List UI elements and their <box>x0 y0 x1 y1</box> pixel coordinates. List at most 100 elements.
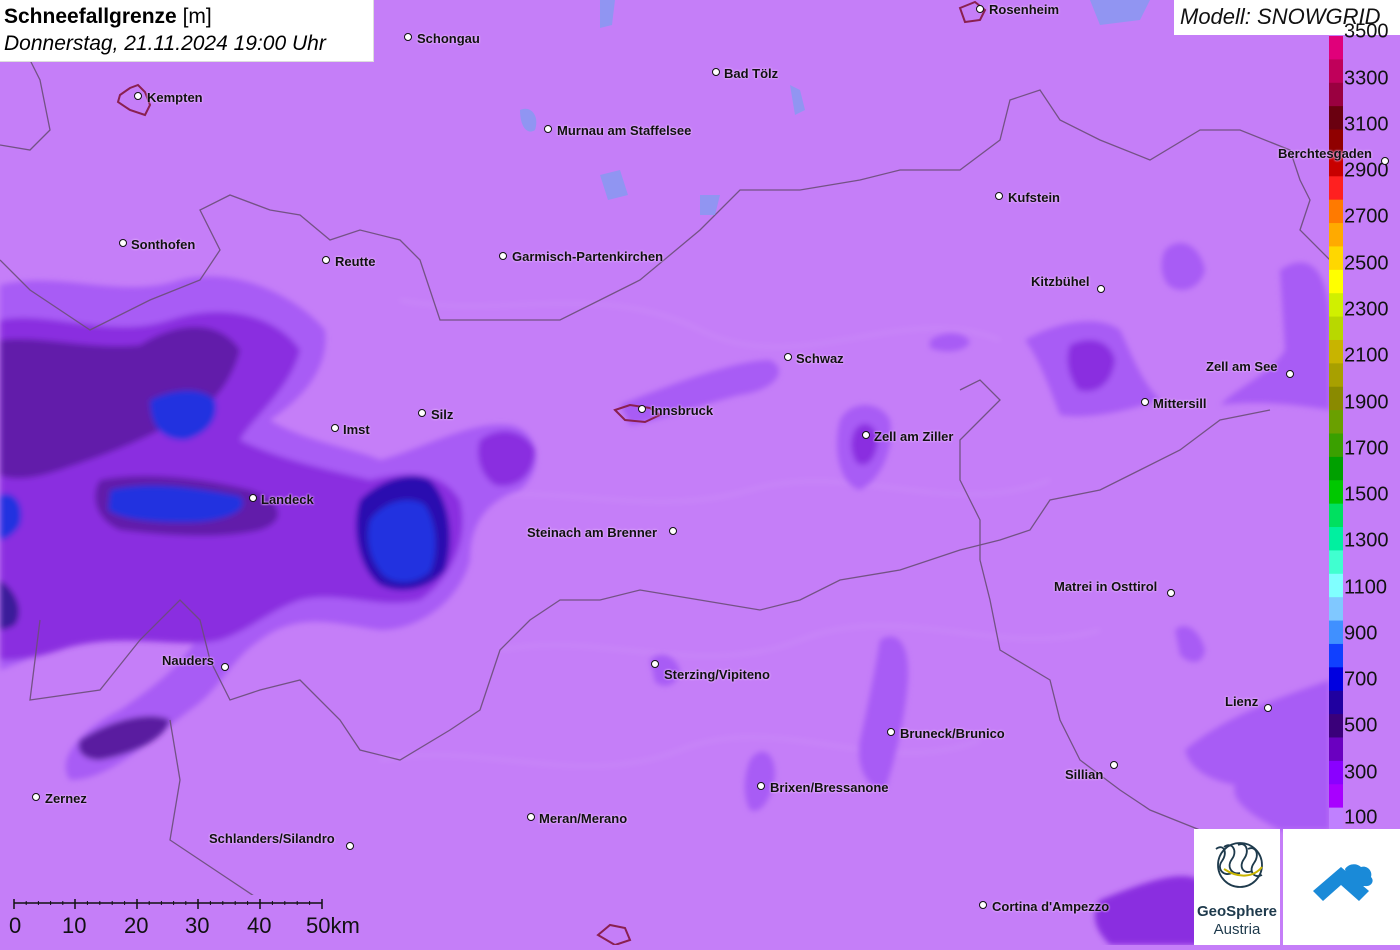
city-label: Mittersill <box>1153 396 1207 411</box>
legend-tick-label: 900 <box>1344 622 1378 645</box>
city-marker <box>1110 761 1118 769</box>
legend-tick-label: 500 <box>1344 714 1378 737</box>
city-marker <box>757 782 765 790</box>
city-label: Berchtesgaden <box>1278 146 1372 161</box>
city-label: Zell am Ziller <box>874 429 954 444</box>
city-label: Zell am See <box>1206 359 1278 374</box>
legend-tick-label: 2700 <box>1344 205 1389 228</box>
map-title: Schneefallgrenze [m] <box>4 5 212 28</box>
legend-color-step <box>1329 246 1343 271</box>
legend-color-step <box>1329 339 1343 364</box>
city-label: Meran/Merano <box>539 811 628 826</box>
legend-tick-label: 2100 <box>1344 344 1389 367</box>
legend-color-step <box>1329 527 1343 551</box>
city-marker <box>1141 398 1149 406</box>
legend-color-step <box>1329 714 1343 738</box>
legend-tick-label: 100 <box>1344 806 1378 829</box>
city-marker <box>134 92 142 100</box>
city-label: Brixen/Bressanone <box>770 780 889 795</box>
city-label: Garmisch-Partenkirchen <box>512 249 664 264</box>
scale-label: 30 <box>185 913 210 938</box>
legend-color-step <box>1329 269 1343 294</box>
city-label: Nauders <box>162 653 215 668</box>
legend-tick-label: 2900 <box>1344 159 1389 182</box>
legend-tick-label: 1500 <box>1344 483 1389 506</box>
legend-tick-label: 1300 <box>1344 529 1389 552</box>
city-label: Rosenheim <box>989 2 1060 17</box>
city-marker <box>119 239 127 247</box>
legend-color-step <box>1329 386 1343 411</box>
geosphere-name: GeoSphere <box>1196 903 1278 920</box>
city-marker <box>249 494 257 502</box>
legend-tick-label: 2500 <box>1344 252 1389 275</box>
map-title-box: Schneefallgrenze [m] Donnerstag, 21.11.2… <box>0 0 374 62</box>
legend-color-step <box>1329 363 1343 388</box>
city-label: Silz <box>431 407 454 422</box>
legend-color-step <box>1329 293 1343 318</box>
city-label: Kitzbühel <box>1031 274 1090 289</box>
snowgrid-logo[interactable] <box>1283 829 1400 945</box>
legend-color-step <box>1329 36 1343 60</box>
city-marker <box>322 256 330 264</box>
legend-color-step <box>1329 760 1343 785</box>
city-label: Zernez <box>45 791 87 806</box>
city-label: Bruneck/Brunico <box>900 726 1005 741</box>
legend-color-step <box>1329 223 1343 247</box>
scale-label: 10 <box>62 913 87 938</box>
legend-color-step <box>1329 550 1343 575</box>
snowfall-map[interactable] <box>0 0 1400 945</box>
geosphere-subname: Austria <box>1213 921 1261 938</box>
legend-color-step <box>1329 690 1343 715</box>
city-marker <box>862 431 870 439</box>
scale-label: 50km <box>306 913 360 938</box>
scale-label: 40 <box>247 913 272 938</box>
legend-tick-label: 3500 <box>1344 20 1389 43</box>
legend-color-step <box>1329 573 1343 598</box>
city-marker <box>1097 285 1105 293</box>
scale-label: 20 <box>124 913 149 938</box>
legend-color-step <box>1329 106 1343 131</box>
snowgrid-cloud-icon <box>1313 864 1373 901</box>
legend-color-step <box>1329 807 1343 831</box>
legend-tick-label: 3100 <box>1344 113 1389 136</box>
city-label: Sterzing/Vipiteno <box>664 667 770 682</box>
city-marker <box>979 901 987 909</box>
city-marker <box>1167 589 1175 597</box>
legend-tick-label: 1900 <box>1344 391 1389 414</box>
legend-color-step <box>1329 433 1343 458</box>
legend-color-step <box>1329 176 1343 201</box>
city-marker <box>976 5 984 13</box>
legend-color-step <box>1329 480 1343 505</box>
city-label: Kufstein <box>1008 190 1060 205</box>
city-marker <box>544 125 552 133</box>
city-label: Murnau am Staffelsee <box>557 123 692 138</box>
geosphere-austria-logo[interactable]: GeoSphere Austria <box>1194 829 1280 945</box>
legend-tick-label: 1100 <box>1344 576 1388 599</box>
legend-color-step <box>1329 316 1343 341</box>
city-label: Lienz <box>1225 694 1259 709</box>
city-label: Schlanders/Silandro <box>209 831 335 846</box>
map-subtitle: Donnerstag, 21.11.2024 19:00 Uhr <box>4 32 326 55</box>
legend-color-step <box>1329 59 1343 84</box>
city-marker <box>651 660 659 668</box>
city-marker <box>1264 704 1272 712</box>
city-label: Steinach am Brenner <box>527 525 658 540</box>
city-label: Reutte <box>335 254 376 269</box>
city-label: Schongau <box>417 31 480 46</box>
city-label: Matrei in Osttirol <box>1054 579 1158 594</box>
legend-tick-label: 700 <box>1344 668 1378 691</box>
city-label: Imst <box>343 422 370 437</box>
city-marker <box>1381 157 1389 165</box>
legend-color-step <box>1329 199 1343 224</box>
city-marker <box>669 527 677 535</box>
legend-color-step <box>1329 643 1343 668</box>
legend-color-step <box>1329 784 1343 809</box>
scale-label: 0 <box>9 913 22 938</box>
legend-tick-label: 3300 <box>1344 67 1389 90</box>
city-marker <box>499 252 507 260</box>
city-marker <box>331 424 339 432</box>
legend-color-step <box>1329 456 1343 481</box>
legend-tick-label: 2300 <box>1344 298 1389 321</box>
geosphere-emblem-icon <box>1215 842 1263 888</box>
city-marker <box>32 793 40 801</box>
